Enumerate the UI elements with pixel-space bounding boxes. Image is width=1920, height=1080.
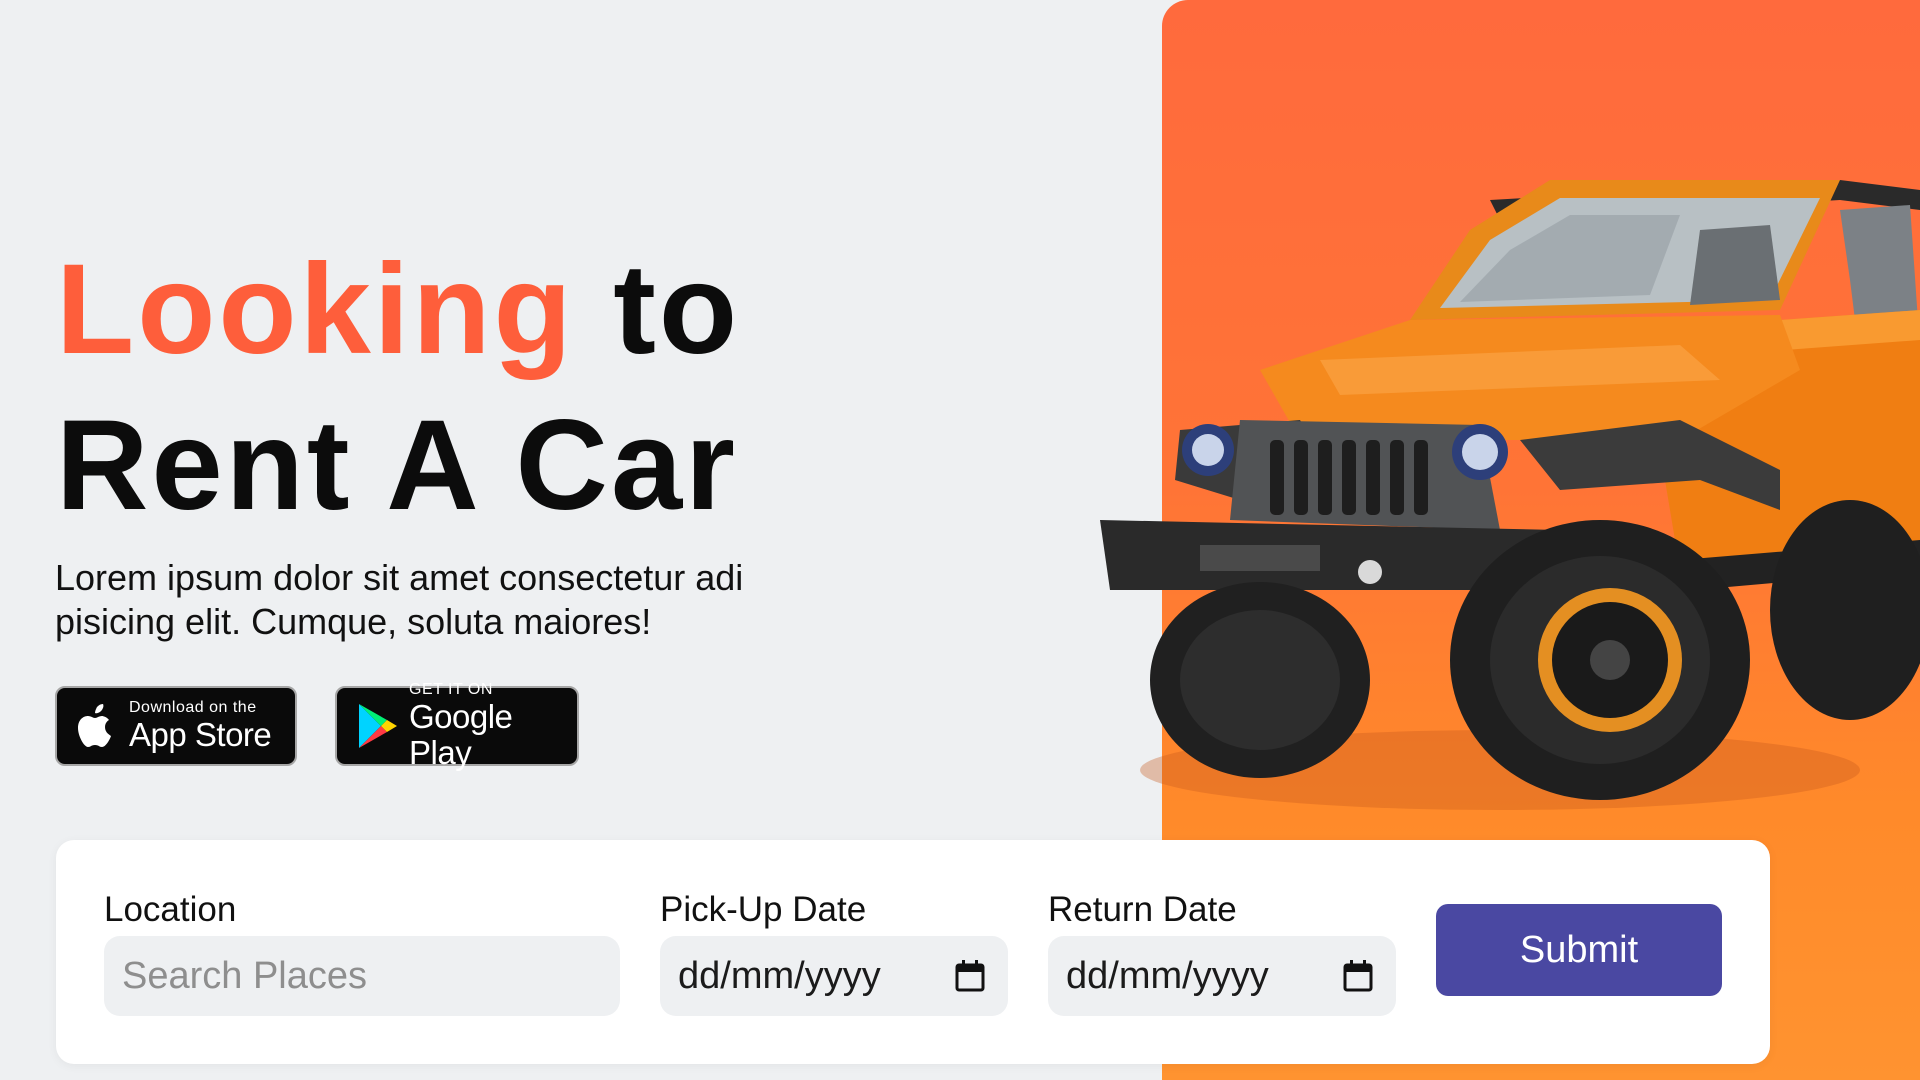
booking-form: Location Pick-Up Date dd/mm/yyyy Return … [56,840,1770,1064]
headline-line1-rest: to [574,238,741,381]
return-date-label: Return Date [1048,890,1237,929]
apple-icon [75,701,119,751]
app-store-button[interactable]: Download on the App Store [55,686,297,766]
return-date-input[interactable]: dd/mm/yyyy [1048,936,1396,1016]
location-field [104,936,620,1016]
return-date-value: dd/mm/yyyy [1066,954,1269,997]
headline-accent-word: Looking [56,238,575,381]
headline-line2: Rent A Car [56,394,738,537]
google-play-small-text: GET IT ON [409,681,493,698]
location-input[interactable] [104,936,620,1016]
google-play-big-text: Google Play [409,698,513,771]
app-store-big-text: App Store [129,716,272,753]
calendar-icon[interactable] [1342,959,1374,993]
hero-headline: Looking to Rent A Car [56,232,856,544]
hero-description: Lorem ipsum dolor sit amet consectetur a… [55,557,744,642]
pickup-date-label: Pick-Up Date [660,890,867,929]
location-label: Location [104,890,237,929]
app-store-small-text: Download on the [129,699,257,716]
jeep-image [1100,180,1920,810]
google-play-button[interactable]: GET IT ON Google Play [335,681,579,771]
submit-button[interactable]: Submit [1436,904,1722,996]
pickup-date-input[interactable]: dd/mm/yyyy [660,936,1008,1016]
calendar-icon[interactable] [954,959,986,993]
google-play-icon [355,701,399,751]
pickup-date-value: dd/mm/yyyy [678,954,881,997]
